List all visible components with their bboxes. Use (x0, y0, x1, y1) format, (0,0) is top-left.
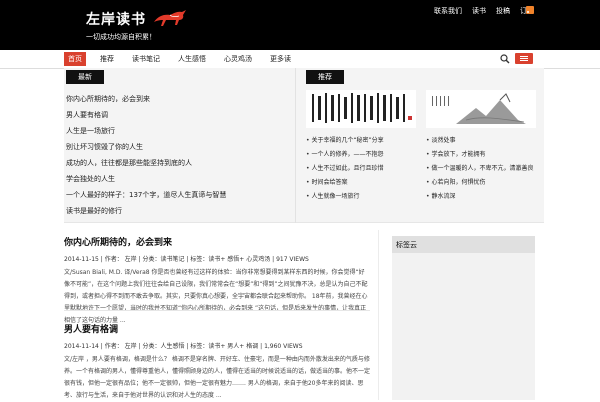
post-tags[interactable]: 标签：读书+ 感悟+ 心灵鸡汤 (190, 256, 270, 263)
post-date: 2014-11-15 (64, 256, 99, 263)
list-item[interactable]: 人生不过如此，且行且珍惜 (306, 164, 384, 178)
main-nav: 首页 推荐 读书笔记 人生感悟 心灵鸡汤 更多读 (0, 50, 600, 69)
post-tags[interactable]: 标签：读书+ 男人+ 格调 (190, 343, 258, 350)
nav-item-recommend[interactable]: 推荐 (96, 52, 118, 66)
post-author[interactable]: 作者： 左岸 (105, 343, 137, 350)
list-item[interactable]: 淡然处事 (426, 136, 533, 150)
calligraphy-image-icon (312, 93, 412, 123)
nav-item-notes[interactable]: 读书笔记 (128, 52, 164, 66)
post-views: 1,960 VIEWS (264, 343, 303, 350)
post-title[interactable]: 男人要有格调 (64, 322, 370, 335)
post-author[interactable]: 作者： 左岸 (105, 256, 137, 263)
list-item[interactable]: 学会独处的人生 (66, 174, 226, 190)
top-link-submit[interactable]: 投稿 (496, 6, 510, 16)
list-item[interactable]: 读书是最好的修行 (66, 206, 226, 222)
post-meta: 2014-11-14 | 作者： 左岸 | 分类：人生感悟 | 标签：读书+ 男… (64, 343, 303, 350)
list-item[interactable]: 关于幸福的几个“秘密”分享 (306, 136, 383, 150)
site-title[interactable]: 左岸读书 (86, 9, 146, 29)
search-icon[interactable] (500, 54, 510, 64)
landscape-image-icon (432, 93, 526, 124)
tab-latest[interactable]: 最新 (66, 70, 104, 84)
list-item[interactable]: 成功的人，往往都是那些能坚持到底的人 (66, 158, 226, 174)
tab-recommended[interactable]: 推荐 (306, 70, 344, 84)
post-excerpt: 文/Susan Biali, M.D. 译/Vera8 你是否也曾经有过这样的体… (64, 269, 368, 324)
nav-item-more[interactable]: 更多读 (266, 52, 295, 66)
band-divider (295, 68, 296, 223)
top-link-contact[interactable]: 联系我们 (434, 6, 462, 16)
recommended-list-right: 淡然处事 学会放下，才能拥有 做一个温暖的人，不卑不亢，清澈善良 心若向阳，何惧… (426, 136, 533, 206)
post-card: 男人要有格调 2014-11-14 | 作者： 左岸 | 分类：人生感悟 | 标… (64, 322, 370, 402)
sidebar-widget (392, 236, 535, 400)
post-views: 917 VIEWS (276, 256, 309, 263)
post-card: 你内心所期待的，必会到来 2014-11-15 | 作者： 左岸 | 分类：读书… (64, 235, 370, 327)
sidebar-widget-title: 标签云 (396, 241, 417, 249)
list-item[interactable]: 别让坏习惯毁了你的人生 (66, 142, 226, 158)
post-excerpt: 文/左岸 ，男人要有格调，格调是什么？ 格调不是穿名牌、开好车、住豪宅，而是一种… (64, 356, 371, 399)
nav-item-home[interactable]: 首页 (64, 52, 86, 66)
horse-logo-icon (154, 10, 186, 26)
list-item[interactable]: 做一个温暖的人，不卑不亢，清澈善良 (426, 164, 533, 178)
content-divider (378, 230, 379, 400)
site-slogan: 一切成功均源自积累！ (86, 33, 156, 41)
landscape-thumbnail[interactable] (426, 90, 536, 128)
post-separator (64, 310, 370, 311)
menu-toggle-button[interactable] (515, 53, 533, 64)
list-item[interactable]: 人生是一场旅行 (66, 126, 226, 142)
list-item[interactable]: 时间会给答案 (306, 178, 384, 192)
list-item[interactable]: 学会放下，才能拥有 (426, 150, 533, 164)
list-item[interactable]: 人生就像一场旅行 (306, 192, 384, 206)
list-item[interactable]: 一个人最好的样子：137个字，道尽人生真谛与智慧 (66, 190, 226, 206)
list-item[interactable]: 男人要有格调 (66, 110, 226, 126)
post-meta: 2014-11-15 | 作者： 左岸 | 分类：读书笔记 | 标签：读书+ 感… (64, 256, 309, 263)
header-bar: 左岸读书 一切成功均源自积累！ 联系我们 读书 投稿 订阅 (0, 0, 600, 50)
list-item[interactable]: 一个人的修养，——不抱怨 (306, 150, 384, 164)
top-link-read[interactable]: 读书 (472, 6, 486, 16)
sidebar-widget-header: 标签云 (392, 236, 535, 253)
list-item[interactable]: 你内心所期待的，必会到来 (66, 94, 226, 110)
site-logo[interactable]: 左岸读书 一切成功均源自积累！ (68, 4, 192, 44)
post-title[interactable]: 你内心所期待的，必会到来 (64, 235, 370, 248)
nav-item-life[interactable]: 人生感悟 (174, 52, 210, 66)
post-date: 2014-11-14 (64, 343, 99, 350)
nav-item-soup[interactable]: 心灵鸡汤 (220, 52, 256, 66)
post-category[interactable]: 分类：人生感悟 (142, 343, 184, 350)
latest-list: 你内心所期待的，必会到来 男人要有格调 人生是一场旅行 别让坏习惯毁了你的人生 … (66, 94, 226, 222)
rss-icon[interactable] (526, 6, 534, 14)
top-links: 联系我们 读书 投稿 订阅 (434, 6, 534, 16)
list-item[interactable]: 静水流深 (426, 192, 533, 206)
list-item[interactable]: 心若向阳，何惧忧伤 (426, 178, 533, 192)
post-category[interactable]: 分类：读书笔记 (142, 256, 184, 263)
calligraphy-thumbnail[interactable] (306, 90, 416, 128)
recommended-list-left: 关于幸福的几个“秘密”分享 一个人的修养，——不抱怨 人生不过如此，且行且珍惜 … (306, 136, 384, 206)
